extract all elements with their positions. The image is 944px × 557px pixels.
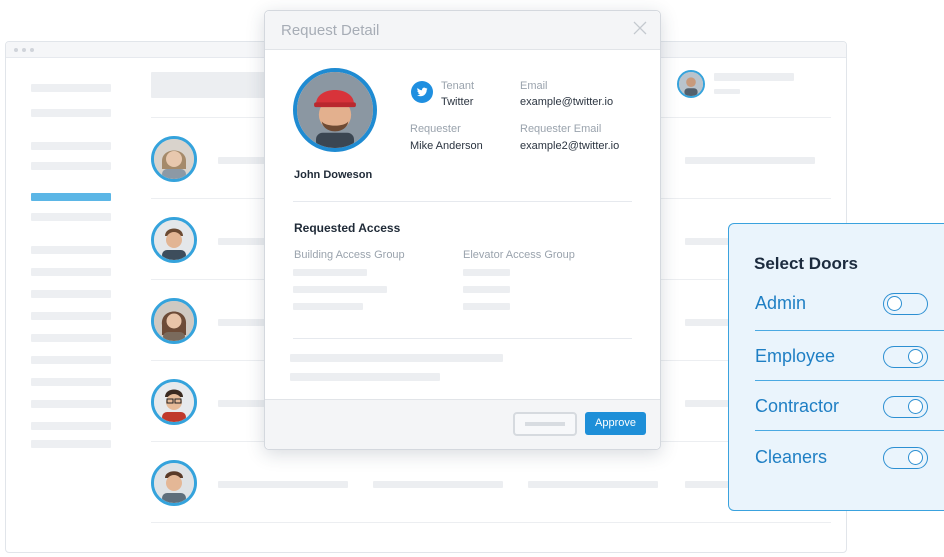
toggle-knob: [908, 450, 923, 465]
row-divider: [151, 522, 831, 523]
building-group-item: [293, 269, 367, 276]
sidebar-item[interactable]: [31, 378, 111, 386]
sidebar-item[interactable]: [31, 334, 111, 342]
toggle-knob: [908, 399, 923, 414]
user-name-placeholder: [714, 73, 794, 81]
select-doors-title: Select Doors: [754, 254, 858, 273]
list-item-text-placeholder: [218, 319, 270, 326]
door-label-contractor: Contractor: [755, 396, 840, 416]
secondary-button-label-placeholder: [525, 422, 565, 426]
list-item-avatar[interactable]: [151, 136, 197, 182]
toggle-knob: [887, 296, 902, 311]
request-detail-modal: Request Detail John Doweson Tenant Twitt…: [264, 10, 661, 450]
door-label-employee: Employee: [755, 346, 836, 366]
door-toggle-contractor[interactable]: [883, 396, 928, 418]
tenant-label: Tenant: [441, 80, 475, 92]
sidebar-item[interactable]: [31, 290, 111, 298]
door-label-cleaners: Cleaners: [755, 447, 828, 467]
sidebar-item[interactable]: [31, 422, 111, 430]
notes-placeholder: [290, 354, 503, 362]
door-divider: [755, 330, 944, 331]
section-divider: [293, 201, 632, 202]
select-doors-panel: Select Doors Admin Employee Contractor C…: [728, 223, 944, 511]
list-item-text-placeholder: [218, 400, 270, 407]
sidebar-item[interactable]: [31, 268, 111, 276]
sidebar-item[interactable]: [31, 84, 111, 92]
building-access-group-label: Building Access Group: [294, 249, 405, 261]
profile-name: John Doweson: [294, 169, 373, 181]
door-label-admin: Admin: [755, 293, 807, 313]
notes-placeholder: [290, 373, 440, 381]
elevator-access-group-label: Elevator Access Group: [463, 249, 575, 261]
section-divider: [293, 338, 632, 339]
list-item-text-placeholder: [373, 481, 503, 488]
modal-header: Request Detail: [265, 11, 660, 50]
sidebar-item[interactable]: [31, 400, 111, 408]
list-item-text-placeholder: [218, 238, 270, 245]
sidebar-item[interactable]: [31, 162, 111, 170]
building-group-item: [293, 303, 363, 310]
modal-title: Request Detail: [281, 22, 380, 39]
requester-value: Mike Anderson: [410, 140, 483, 152]
door-toggle-admin[interactable]: [883, 293, 928, 315]
list-item-text-placeholder: [528, 481, 658, 488]
requester-label: Requester: [410, 123, 461, 135]
sidebar-item[interactable]: [31, 213, 111, 221]
sidebar-item[interactable]: [31, 246, 111, 254]
requester-email-label: Requester Email: [520, 123, 602, 135]
sidebar-item[interactable]: [31, 142, 111, 150]
elevator-group-item: [463, 286, 510, 293]
tenant-value: Twitter: [441, 96, 474, 108]
door-divider: [755, 380, 944, 381]
elevator-group-item: [463, 269, 510, 276]
window-dot-icon[interactable]: [22, 48, 26, 52]
sidebar-item-active[interactable]: [31, 193, 111, 201]
list-item-avatar[interactable]: [151, 460, 197, 506]
list-item-avatar[interactable]: [151, 379, 197, 425]
list-item-avatar[interactable]: [151, 298, 197, 344]
door-toggle-employee[interactable]: [883, 346, 928, 368]
approve-button[interactable]: Approve: [585, 412, 646, 435]
sidebar-item[interactable]: [31, 356, 111, 364]
email-label: Email: [520, 80, 548, 92]
close-icon[interactable]: [632, 20, 648, 36]
secondary-button[interactable]: [513, 412, 577, 436]
sidebar-item[interactable]: [31, 109, 111, 117]
list-item-text-placeholder: [218, 481, 348, 488]
modal-footer: Approve: [265, 399, 660, 449]
requester-email-value[interactable]: example2@twitter.io: [520, 140, 619, 152]
elevator-group-item: [463, 303, 510, 310]
email-value[interactable]: example@twitter.io: [520, 96, 613, 108]
building-group-item: [293, 286, 387, 293]
window-dot-icon[interactable]: [14, 48, 18, 52]
list-item-text-placeholder: [685, 157, 815, 164]
requested-access-title: Requested Access: [294, 221, 401, 235]
door-divider: [755, 430, 944, 431]
sidebar-item[interactable]: [31, 440, 111, 448]
user-role-placeholder: [714, 89, 740, 94]
sidebar-item[interactable]: [31, 312, 111, 320]
search-bar-placeholder[interactable]: [151, 72, 271, 98]
window-dot-icon[interactable]: [30, 48, 34, 52]
profile-avatar: [293, 68, 377, 152]
list-item-avatar[interactable]: [151, 217, 197, 263]
door-toggle-cleaners[interactable]: [883, 447, 928, 469]
user-avatar[interactable]: [677, 70, 705, 98]
list-item-text-placeholder: [218, 157, 270, 164]
twitter-bird-icon: [411, 81, 433, 103]
toggle-knob: [908, 349, 923, 364]
